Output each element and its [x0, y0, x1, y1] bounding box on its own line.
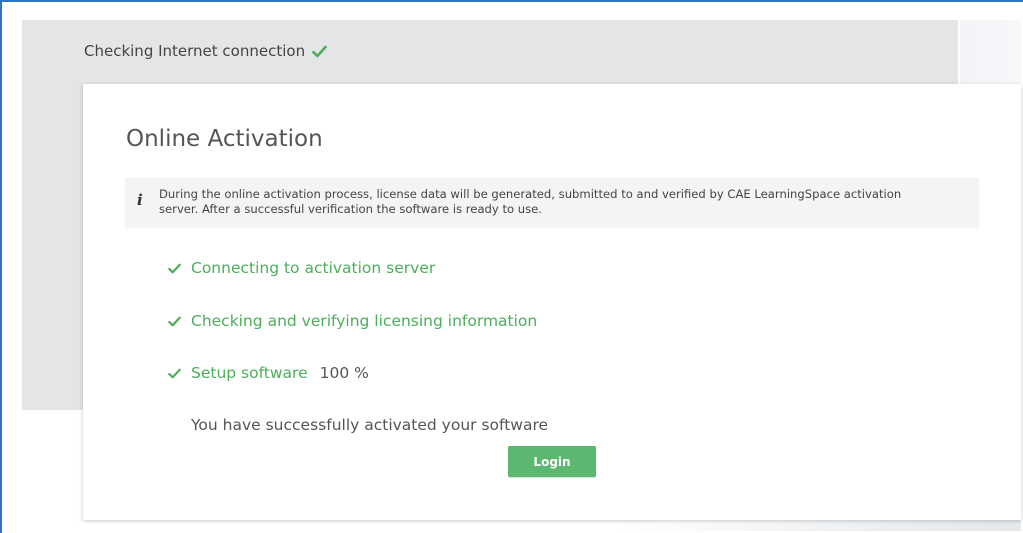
info-icon: i [137, 191, 143, 209]
activation-card: Online Activation i During the online ac… [83, 84, 1021, 520]
setup-progress: 100 % [319, 364, 369, 382]
connection-status: Checking Internet connection [84, 42, 327, 60]
check-icon [168, 263, 181, 273]
info-text-line-2: server. After a successful verification … [159, 202, 542, 216]
login-button[interactable]: Login [508, 446, 596, 477]
info-notice: i During the online activation process, … [125, 178, 979, 228]
step-label: Connecting to activation server [191, 259, 436, 277]
connection-status-label: Checking Internet connection [84, 42, 306, 60]
step-label: Checking and verifying licensing informa… [191, 312, 538, 330]
step-label: Setup software [191, 364, 308, 382]
info-text-line-1: During the online activation process, li… [159, 187, 902, 201]
check-icon [168, 316, 181, 326]
success-message: You have successfully activated your sof… [191, 416, 549, 434]
step-verifying: Checking and verifying licensing informa… [168, 312, 537, 330]
check-icon [312, 45, 327, 57]
page-title: Online Activation [126, 126, 323, 152]
step-setup: Setup software 100 % [168, 364, 369, 382]
step-connecting: Connecting to activation server [168, 259, 435, 277]
check-icon [168, 368, 181, 378]
